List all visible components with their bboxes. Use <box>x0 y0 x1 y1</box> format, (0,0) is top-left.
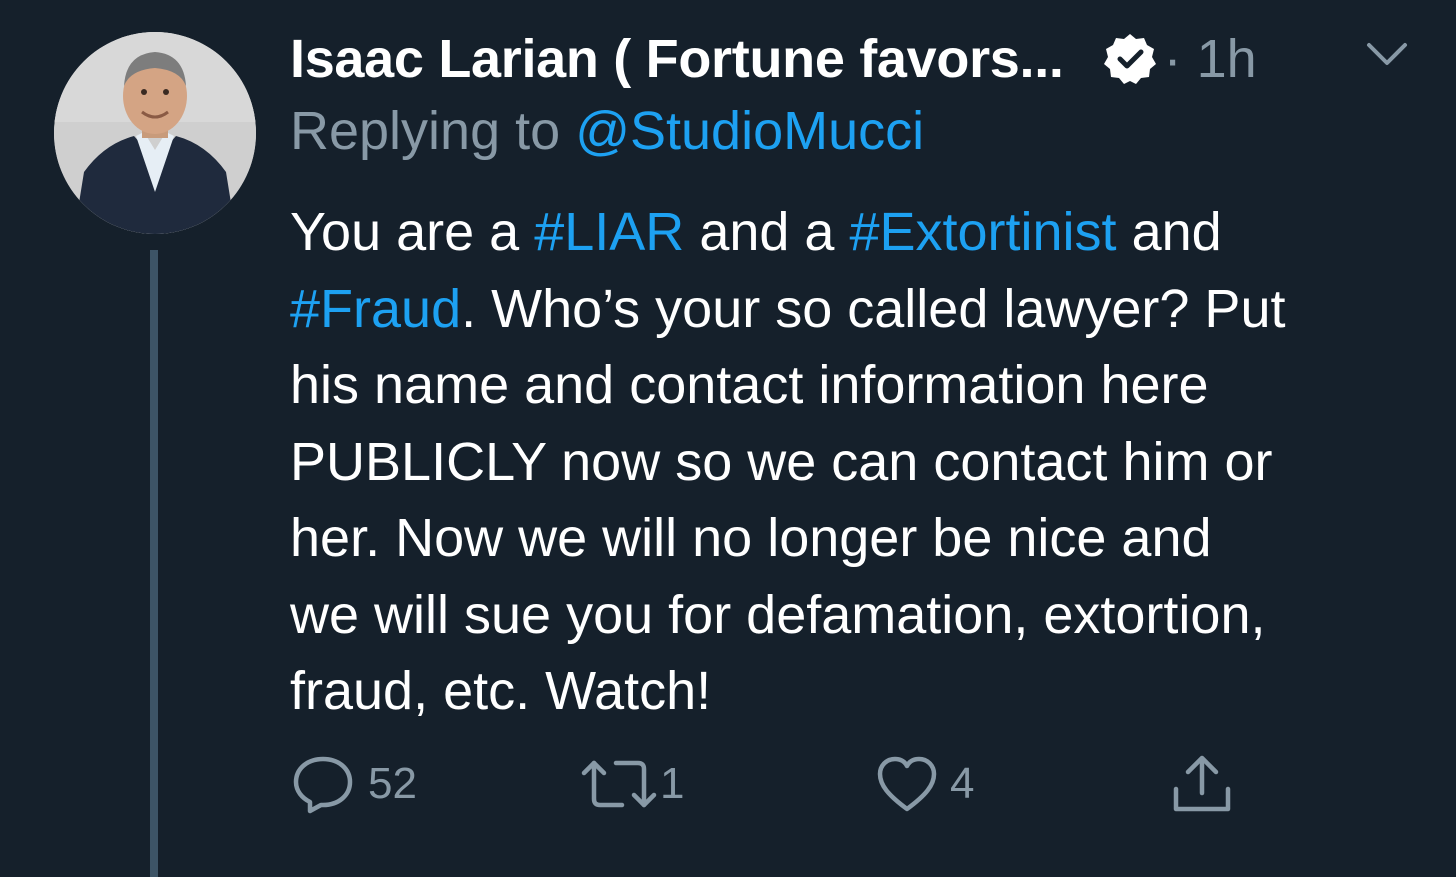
tweet-text-segment: . Who’s your so called lawyer? Put <box>461 278 1286 339</box>
retweet-button[interactable]: 1 <box>580 752 684 816</box>
like-button[interactable]: 4 <box>876 752 974 816</box>
replying-to: Replying to @StudioMucci <box>290 100 924 162</box>
tweet-text-segment: You are a <box>290 202 535 262</box>
tweet-actions: 52 1 4 <box>290 752 1290 816</box>
reply-button[interactable]: 52 <box>290 752 417 816</box>
share-icon <box>1170 753 1234 815</box>
tweet-text-line: we will sue you for defamation, extortio… <box>290 584 1266 645</box>
thread-connector-line <box>150 250 158 877</box>
tweet-text-line: his name and contact information here <box>290 355 1209 415</box>
like-count: 4 <box>950 759 975 808</box>
tweet-text-line: You are a #LIAR and a #Extortinist and <box>290 194 1420 271</box>
verified-badge-icon <box>1102 31 1158 87</box>
hashtag-link[interactable]: #Extortinist <box>849 202 1116 262</box>
tweet-text-line: #Fraud. Who’s your so called lawyer? Put <box>290 271 1420 348</box>
reply-handle-link[interactable]: @StudioMucci <box>575 101 924 161</box>
display-name[interactable]: Isaac Larian ( Fortune favors... <box>290 28 1064 90</box>
replying-to-label: Replying to <box>290 101 561 161</box>
tweet-text-segment: and <box>1116 202 1222 262</box>
tweet-text-segment: and a <box>684 202 850 262</box>
avatar-photo <box>54 32 256 234</box>
tweet-header: Isaac Larian ( Fortune favors... · 1h <box>290 24 1257 94</box>
tweet-text: You are a #LIAR and a #Extortinist and #… <box>290 194 1420 730</box>
retweet-icon <box>580 755 658 813</box>
tweet[interactable]: Isaac Larian ( Fortune favors... · 1h Re… <box>0 0 1456 877</box>
reply-count: 52 <box>368 759 417 808</box>
tweet-text-line: fraud, etc. Watch! <box>290 661 712 721</box>
tweet-text-line: PUBLICLY now so we can contact him or <box>290 431 1273 492</box>
retweet-count: 1 <box>660 759 685 808</box>
share-button[interactable] <box>1170 752 1234 816</box>
hashtag-link[interactable]: #LIAR <box>534 202 684 262</box>
tweet-timestamp[interactable]: · 1h <box>1164 28 1257 90</box>
hashtag-link[interactable]: #Fraud <box>290 279 461 339</box>
chevron-down-icon[interactable] <box>1364 38 1410 70</box>
avatar[interactable] <box>54 32 256 234</box>
tweet-text-line: her. Now we will no longer be nice and <box>290 508 1212 568</box>
reply-bubble-icon <box>290 753 356 815</box>
heart-icon <box>876 755 938 813</box>
